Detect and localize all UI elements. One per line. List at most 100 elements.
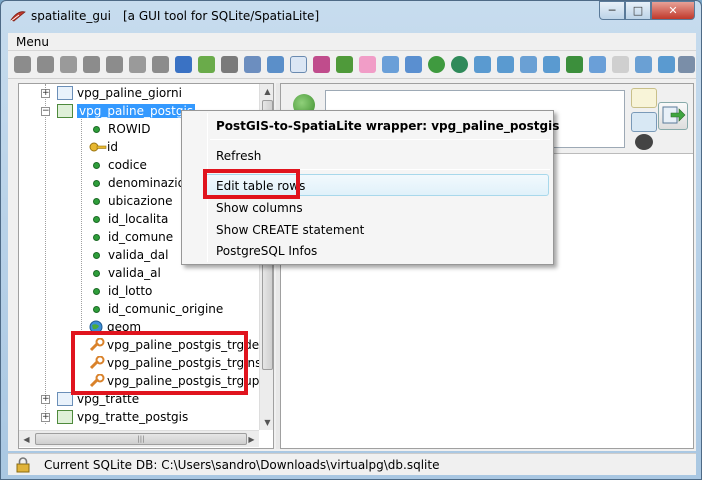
help-icon[interactable]	[658, 56, 675, 73]
menu-item-postgresql-infos[interactable]: PostgreSQL Infos	[216, 244, 317, 258]
eraser-icon[interactable]	[359, 56, 376, 73]
tree-item-label: id_comune	[108, 230, 174, 244]
virtual-table-icon[interactable]	[290, 56, 307, 73]
tree-item-label: id_comunic_origine	[108, 302, 224, 316]
tree-item-label: valida_al	[108, 266, 161, 280]
spatial-table-icon	[57, 410, 73, 424]
tree-column-item[interactable]: id_comune	[89, 228, 173, 246]
tree-item-label: ubicazione	[108, 194, 173, 208]
column-dot-icon	[93, 251, 100, 259]
menu-item-show-columns[interactable]: Show columns	[216, 201, 303, 215]
sql-script-icon[interactable]	[175, 56, 192, 73]
edit-icon[interactable]	[405, 56, 422, 73]
column-dot-icon	[93, 197, 100, 205]
scroll-down-icon[interactable]: ▼	[260, 415, 273, 430]
srid-icon[interactable]	[451, 56, 468, 73]
tree-column-item[interactable]: id	[89, 138, 118, 156]
menu-item-show-create-statement[interactable]: Show CREATE statement	[216, 223, 364, 237]
title-bar[interactable]: spatialite_gui [a GUI tool for SQLite/Sp…	[1, 1, 701, 31]
tree-column-item[interactable]: id_comunic_origine	[89, 300, 223, 318]
excel-icon[interactable]	[566, 56, 583, 73]
context-menu-title: PostGIS-to-SpatiaLite wrapper: vpg_palin…	[216, 119, 560, 133]
export-txt-icon[interactable]	[520, 56, 537, 73]
export-icon[interactable]	[497, 56, 514, 73]
lock-icon	[16, 457, 30, 473]
scroll-right-icon[interactable]: ▶	[244, 431, 259, 448]
tree-item-label: id_lotto	[108, 284, 153, 298]
bug-icon[interactable]	[336, 56, 353, 73]
status-bar: Current SQLite DB: C:\Users\sandro\Downl…	[8, 453, 696, 475]
minimize-button[interactable]: ─	[599, 1, 625, 20]
column-dot-icon	[93, 125, 100, 133]
menu-separator	[210, 139, 550, 140]
postgres-icon[interactable]	[244, 56, 261, 73]
execute-query-button[interactable]	[658, 102, 688, 130]
scroll-up-icon[interactable]: ▲	[260, 84, 273, 99]
chart-icon[interactable]	[313, 56, 330, 73]
column-dot-icon	[93, 179, 100, 187]
menu-item-refresh[interactable]: Refresh	[216, 149, 261, 163]
scroll-left-icon[interactable]: ◀	[19, 431, 34, 448]
tree-column-item[interactable]: valida_al	[89, 264, 161, 282]
expand-toggle-icon[interactable]: +	[41, 395, 50, 404]
spatial-table-icon	[57, 104, 73, 118]
save-db-icon[interactable]	[106, 56, 123, 73]
tree-item-label: id_localita	[108, 212, 169, 226]
column-dot-icon	[93, 215, 100, 223]
toolbar	[8, 51, 696, 79]
clear-query-icon[interactable]	[635, 134, 653, 150]
tree-column-item[interactable]: id_localita	[89, 210, 168, 228]
export-csv-icon[interactable]	[543, 56, 560, 73]
load-dbf-icon[interactable]	[267, 56, 284, 73]
eye-icon[interactable]	[612, 56, 629, 73]
highlight-box-triggers	[71, 331, 248, 395]
feather-app-icon	[10, 11, 26, 22]
scrollbar-thumb[interactable]: |||	[35, 433, 247, 445]
tree-column-item[interactable]: id_lotto	[89, 282, 152, 300]
tree-item-label: vpg_paline_giorni	[77, 86, 182, 100]
expand-toggle-icon[interactable]: +	[41, 89, 50, 98]
expand-toggle-icon[interactable]: +	[41, 413, 50, 422]
column-dot-icon	[93, 233, 100, 241]
tree-column-item[interactable]: ubicazione	[89, 192, 172, 210]
tree-item-label: vpg_tratte_postgis	[77, 410, 189, 424]
column-dot-icon	[93, 269, 100, 277]
tree-item-label: valida_dal	[108, 248, 169, 262]
filter-icon[interactable]	[631, 88, 657, 108]
window-controls: ─ □ ✕	[599, 1, 695, 20]
column-dot-icon	[93, 305, 100, 313]
tree-item-spatial-table[interactable]: vpg_tratte_postgis	[57, 408, 188, 426]
tree-horizontal-scrollbar[interactable]: ◀ ||| ▶	[19, 430, 259, 447]
about-icon[interactable]	[678, 56, 695, 73]
map-icon[interactable]	[382, 56, 399, 73]
tree-column-item[interactable]: codice	[89, 156, 147, 174]
maximize-button[interactable]: □	[625, 1, 651, 20]
import-icon[interactable]	[474, 56, 491, 73]
create-db-icon[interactable]	[60, 56, 77, 73]
tree-item-label: id	[107, 140, 118, 154]
globe-icon[interactable]	[428, 56, 445, 73]
settings-icon[interactable]	[635, 56, 652, 73]
disconnect-db-icon[interactable]	[37, 56, 54, 73]
query-refresh-icon[interactable]	[631, 112, 657, 132]
tree-item-spatial-table-selected[interactable]: vpg_paline_postgis	[57, 102, 196, 120]
status-db-path: Current SQLite DB: C:\Users\sandro\Downl…	[44, 458, 440, 472]
tree-item-table[interactable]: vpg_paline_giorni	[57, 84, 182, 102]
wfs-icon[interactable]	[589, 56, 606, 73]
connect-db-icon[interactable]	[14, 56, 31, 73]
close-button[interactable]: ✕	[651, 1, 695, 20]
memory-db-icon[interactable]	[83, 56, 100, 73]
menu-item-menu[interactable]: Menu	[16, 35, 49, 49]
tree-item-label: vpg_paline_postgis	[77, 104, 196, 118]
tree-item-label: ROWID	[108, 122, 151, 136]
tree-column-item[interactable]: valida_dal	[89, 246, 168, 264]
load-shapefile-icon[interactable]	[198, 56, 215, 73]
column-dot-icon	[93, 287, 100, 295]
tree-column-item[interactable]: ROWID	[89, 120, 150, 138]
tree-item-label: codice	[108, 158, 147, 172]
menu-bar: Menu	[8, 33, 696, 51]
collapse-toggle-icon[interactable]: −	[41, 107, 50, 116]
vacuum-icon[interactable]	[152, 56, 169, 73]
export-db-icon[interactable]	[129, 56, 146, 73]
virtual-shapefile-icon[interactable]	[221, 56, 238, 73]
